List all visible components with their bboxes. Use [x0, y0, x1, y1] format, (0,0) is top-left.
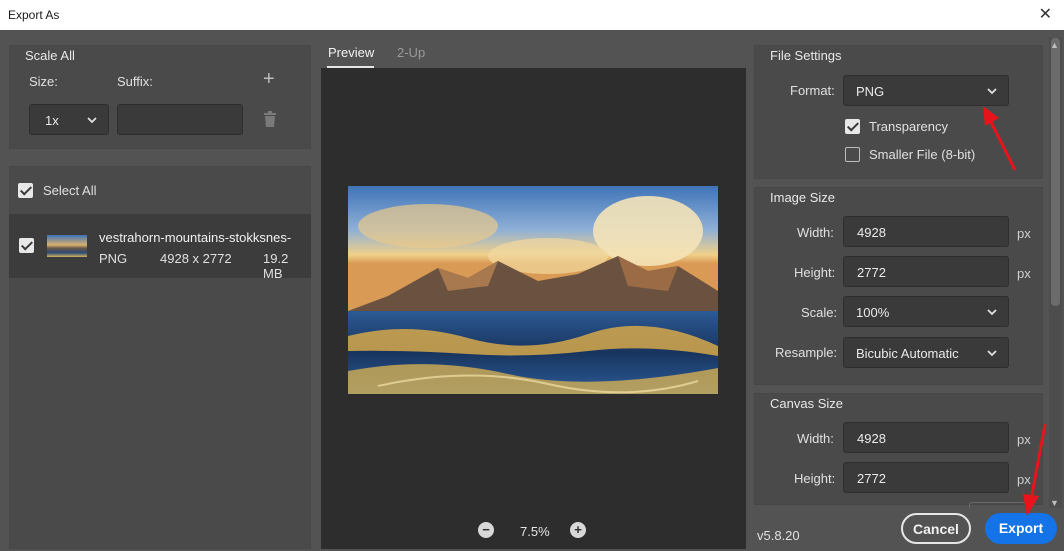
scroll-up-icon[interactable]: ▲ [1050, 40, 1059, 50]
transparency-label[interactable]: Transparency [869, 119, 948, 134]
scale-all-title: Scale All [25, 48, 75, 63]
chevron-down-icon [987, 309, 997, 316]
zoom-out-icon[interactable]: − [478, 522, 494, 538]
chevron-down-icon [987, 88, 997, 95]
canvas-height-label: Height: [794, 471, 836, 486]
format-select-value: PNG [856, 84, 885, 99]
canvas-height-input[interactable]: 2772 [843, 462, 1009, 493]
annotation-arrow-icon [983, 106, 1017, 171]
canvas-width-value: 4928 [857, 431, 886, 446]
file-dimensions: 4928 x 2772 [160, 251, 232, 266]
file-format: PNG [99, 251, 128, 266]
size-select[interactable]: 1x [29, 104, 109, 135]
format-label: Format: [790, 83, 835, 98]
file-name: vestrahorn-mountains-stokksnes- [99, 230, 292, 245]
chevron-down-icon [87, 117, 97, 124]
file-thumbnail [47, 235, 87, 257]
scale-select-value: 100% [856, 305, 890, 320]
image-height-input[interactable]: 2772 [843, 256, 1009, 287]
scale-label: Scale: [801, 305, 838, 320]
size-label: Size: [29, 74, 58, 89]
tab-2-up[interactable]: 2-Up [397, 45, 425, 60]
image-width-value: 4928 [857, 225, 886, 240]
close-icon[interactable]: ✕ [1039, 4, 1052, 24]
trash-icon[interactable] [262, 110, 278, 128]
tab-preview[interactable]: Preview [328, 45, 374, 60]
file-settings-title: File Settings [770, 48, 842, 63]
window-title: Export As [8, 8, 60, 22]
suffix-label: Suffix: [117, 74, 153, 89]
chevron-down-icon [987, 350, 997, 357]
scrollbar-thumb[interactable] [1051, 38, 1060, 306]
select-all-checkbox[interactable] [18, 183, 33, 198]
resample-select-value: Bicubic Automatic [856, 346, 959, 361]
file-list-item[interactable]: vestrahorn-mountains-stokksnes- PNG 4928… [9, 214, 311, 281]
title-bar: Export As ✕ [0, 0, 1064, 30]
zoom-in-icon[interactable]: + [570, 522, 586, 538]
canvas-height-value: 2772 [857, 471, 886, 486]
canvas-size-title: Canvas Size [770, 396, 843, 411]
zoom-level: 7.5% [520, 524, 550, 539]
annotation-arrow-icon [1023, 423, 1047, 516]
version-label: v5.8.20 [757, 528, 800, 543]
file-size: 19.2 MB [263, 251, 289, 281]
transparency-checkbox[interactable] [845, 119, 860, 134]
image-height-unit: px [1017, 266, 1031, 281]
file-checkbox[interactable] [19, 238, 34, 253]
smaller-file-label[interactable]: Smaller File (8-bit) [869, 147, 975, 162]
canvas-width-input[interactable]: 4928 [843, 422, 1009, 453]
canvas-width-label: Width: [797, 431, 834, 446]
landscape-image [348, 186, 718, 394]
image-width-label: Width: [797, 225, 834, 240]
image-width-unit: px [1017, 226, 1031, 241]
preview-image [348, 186, 718, 394]
image-height-value: 2772 [857, 265, 886, 280]
cancel-button[interactable]: Cancel [901, 513, 971, 544]
smaller-file-checkbox[interactable] [845, 147, 860, 162]
suffix-input[interactable] [117, 104, 243, 135]
size-select-value: 1x [45, 113, 59, 128]
scale-select[interactable]: 100% [843, 296, 1009, 327]
resample-select[interactable]: Bicubic Automatic [843, 337, 1009, 368]
resample-label: Resample: [775, 345, 838, 360]
image-width-input[interactable]: 4928 [843, 216, 1009, 247]
select-all-label[interactable]: Select All [43, 183, 96, 198]
image-height-label: Height: [794, 265, 836, 280]
add-scale-icon[interactable]: + [263, 68, 275, 91]
image-size-title: Image Size [770, 190, 836, 205]
